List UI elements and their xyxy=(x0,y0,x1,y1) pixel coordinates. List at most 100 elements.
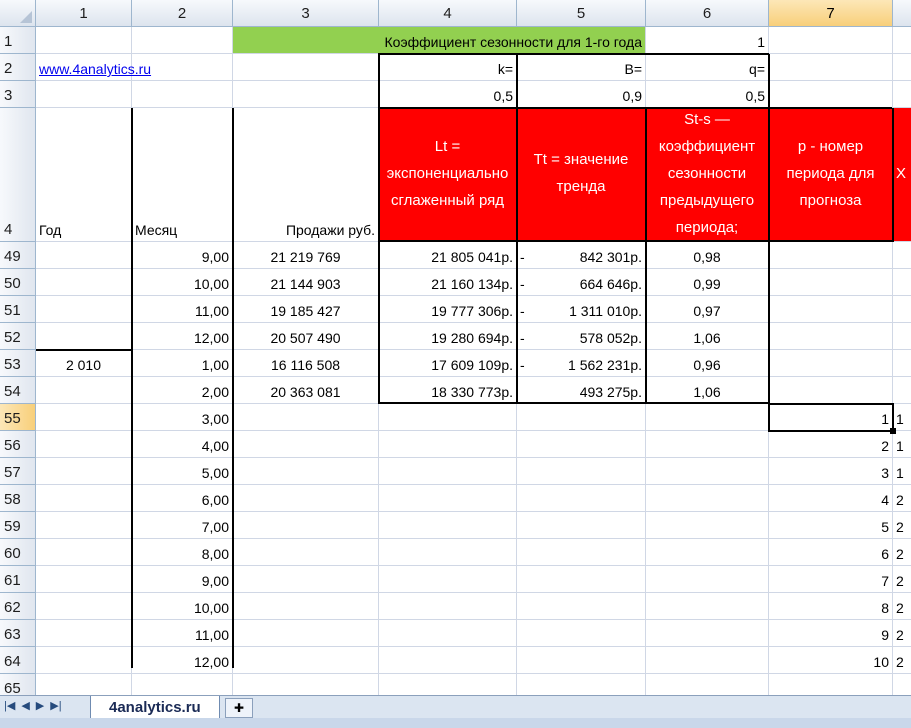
month-cell[interactable]: 4,00 xyxy=(132,431,233,458)
row-header[interactable]: 57 xyxy=(0,458,36,485)
row-header[interactable]: 56 xyxy=(0,431,36,458)
p-cell[interactable] xyxy=(769,350,893,377)
k-value[interactable]: 0,5 xyxy=(379,81,517,108)
p-cell[interactable]: 2 xyxy=(769,431,893,458)
p-cell[interactable] xyxy=(769,674,893,695)
st-cell[interactable] xyxy=(646,404,769,431)
sales-cell[interactable]: 20 507 490 xyxy=(233,323,379,350)
p-cell[interactable] xyxy=(769,377,893,404)
month-cell[interactable]: 5,00 xyxy=(132,458,233,485)
lt-cell[interactable]: 21 805 041р. xyxy=(379,242,517,269)
year-cell[interactable] xyxy=(36,647,132,674)
p-cell[interactable]: 3 xyxy=(769,458,893,485)
month-cell[interactable]: 9,00 xyxy=(132,566,233,593)
row-header[interactable]: 52 xyxy=(0,323,36,350)
lt-cell[interactable] xyxy=(379,512,517,539)
p-cell[interactable]: 5 xyxy=(769,512,893,539)
lt-cell[interactable] xyxy=(379,620,517,647)
month-cell[interactable]: 2,00 xyxy=(132,377,233,404)
month-cell[interactable]: 11,00 xyxy=(132,296,233,323)
tt-cell[interactable] xyxy=(517,458,646,485)
month-cell[interactable] xyxy=(132,674,233,695)
grid-cell[interactable] xyxy=(893,350,911,377)
sales-cell[interactable]: 16 116 508 xyxy=(233,350,379,377)
grid-cell[interactable] xyxy=(36,81,132,108)
st-cell[interactable] xyxy=(646,593,769,620)
p-cell[interactable]: 9 xyxy=(769,620,893,647)
p-cell[interactable]: 6 xyxy=(769,539,893,566)
row-header[interactable]: 60 xyxy=(0,539,36,566)
year-cell[interactable] xyxy=(36,566,132,593)
tt-cell[interactable] xyxy=(517,620,646,647)
month-cell[interactable]: 8,00 xyxy=(132,539,233,566)
row-header[interactable]: 51 xyxy=(0,296,36,323)
lt-cell[interactable] xyxy=(379,674,517,695)
lt-cell[interactable] xyxy=(379,539,517,566)
grid-cell[interactable] xyxy=(233,54,379,81)
st-cell[interactable]: 0,97 xyxy=(646,296,769,323)
month-cell[interactable]: 7,00 xyxy=(132,512,233,539)
column-header[interactable]: 1 xyxy=(36,0,132,27)
st-cell[interactable]: 0,98 xyxy=(646,242,769,269)
year-cell[interactable] xyxy=(36,242,132,269)
row-header[interactable]: 53 xyxy=(0,350,36,377)
season-coefficient-year[interactable]: 1 xyxy=(646,27,769,54)
lt-cell[interactable] xyxy=(379,593,517,620)
column-header[interactable]: 6 xyxy=(646,0,769,27)
col8-partial-cell[interactable]: 2 xyxy=(893,512,911,539)
year-cell[interactable] xyxy=(36,674,132,695)
select-all-corner[interactable] xyxy=(0,0,36,27)
st-cell[interactable]: 1,06 xyxy=(646,377,769,404)
column-header[interactable] xyxy=(893,0,911,27)
column-header[interactable]: 5 xyxy=(517,0,646,27)
first-sheet-icon[interactable]: |◀ xyxy=(4,699,15,712)
p-cell[interactable]: 10 xyxy=(769,647,893,674)
month-cell[interactable]: 3,00 xyxy=(132,404,233,431)
grid-cell[interactable] xyxy=(769,27,893,54)
row-header[interactable]: 62 xyxy=(0,593,36,620)
q-value[interactable]: 0,5 xyxy=(646,81,769,108)
sales-cell[interactable] xyxy=(233,647,379,674)
grid-cell[interactable] xyxy=(893,377,911,404)
tt-cell[interactable]: 664 646р. - xyxy=(517,269,646,296)
year-cell[interactable] xyxy=(36,296,132,323)
grid-cell[interactable] xyxy=(893,674,911,695)
row-header[interactable]: 54 xyxy=(0,377,36,404)
p-cell[interactable] xyxy=(769,242,893,269)
sales-cell[interactable] xyxy=(233,593,379,620)
p-cell[interactable] xyxy=(769,323,893,350)
lt-cell[interactable]: 19 777 306р. xyxy=(379,296,517,323)
month-cell[interactable]: 12,00 xyxy=(132,323,233,350)
col8-partial-cell[interactable]: 1 xyxy=(893,458,911,485)
st-cell[interactable] xyxy=(646,647,769,674)
year-cell[interactable] xyxy=(36,593,132,620)
sales-cell[interactable]: 19 185 427 xyxy=(233,296,379,323)
tt-cell[interactable]: 1 311 010р. - xyxy=(517,296,646,323)
tt-cell[interactable]: 842 301р. - xyxy=(517,242,646,269)
st-cell[interactable]: 0,99 xyxy=(646,269,769,296)
last-sheet-icon[interactable]: ▶| xyxy=(50,699,61,712)
tt-cell[interactable]: 1 562 231р. - xyxy=(517,350,646,377)
grid-cell[interactable] xyxy=(893,27,911,54)
lt-cell[interactable] xyxy=(379,404,517,431)
st-cell[interactable] xyxy=(646,674,769,695)
lt-cell[interactable]: 18 330 773р. xyxy=(379,377,517,404)
column-header[interactable]: 4 xyxy=(379,0,517,27)
lt-cell[interactable] xyxy=(379,431,517,458)
grid-cell[interactable] xyxy=(132,81,233,108)
tt-cell[interactable]: 578 052р. - xyxy=(517,323,646,350)
year-cell[interactable] xyxy=(36,431,132,458)
column-header[interactable]: 7 xyxy=(769,0,893,27)
row-header[interactable]: 61 xyxy=(0,566,36,593)
row-header[interactable]: 58 xyxy=(0,485,36,512)
st-cell[interactable]: 1,06 xyxy=(646,323,769,350)
lt-cell[interactable] xyxy=(379,566,517,593)
row-header[interactable]: 63 xyxy=(0,620,36,647)
next-sheet-icon[interactable]: ▶ xyxy=(36,699,44,712)
grid-cell[interactable] xyxy=(893,81,911,108)
sheet-tab-4analytics[interactable]: 4analytics.ru xyxy=(90,696,220,719)
st-cell[interactable] xyxy=(646,431,769,458)
active-cell-selection[interactable] xyxy=(768,403,894,432)
grid-cell[interactable] xyxy=(893,323,911,350)
tt-cell[interactable] xyxy=(517,674,646,695)
